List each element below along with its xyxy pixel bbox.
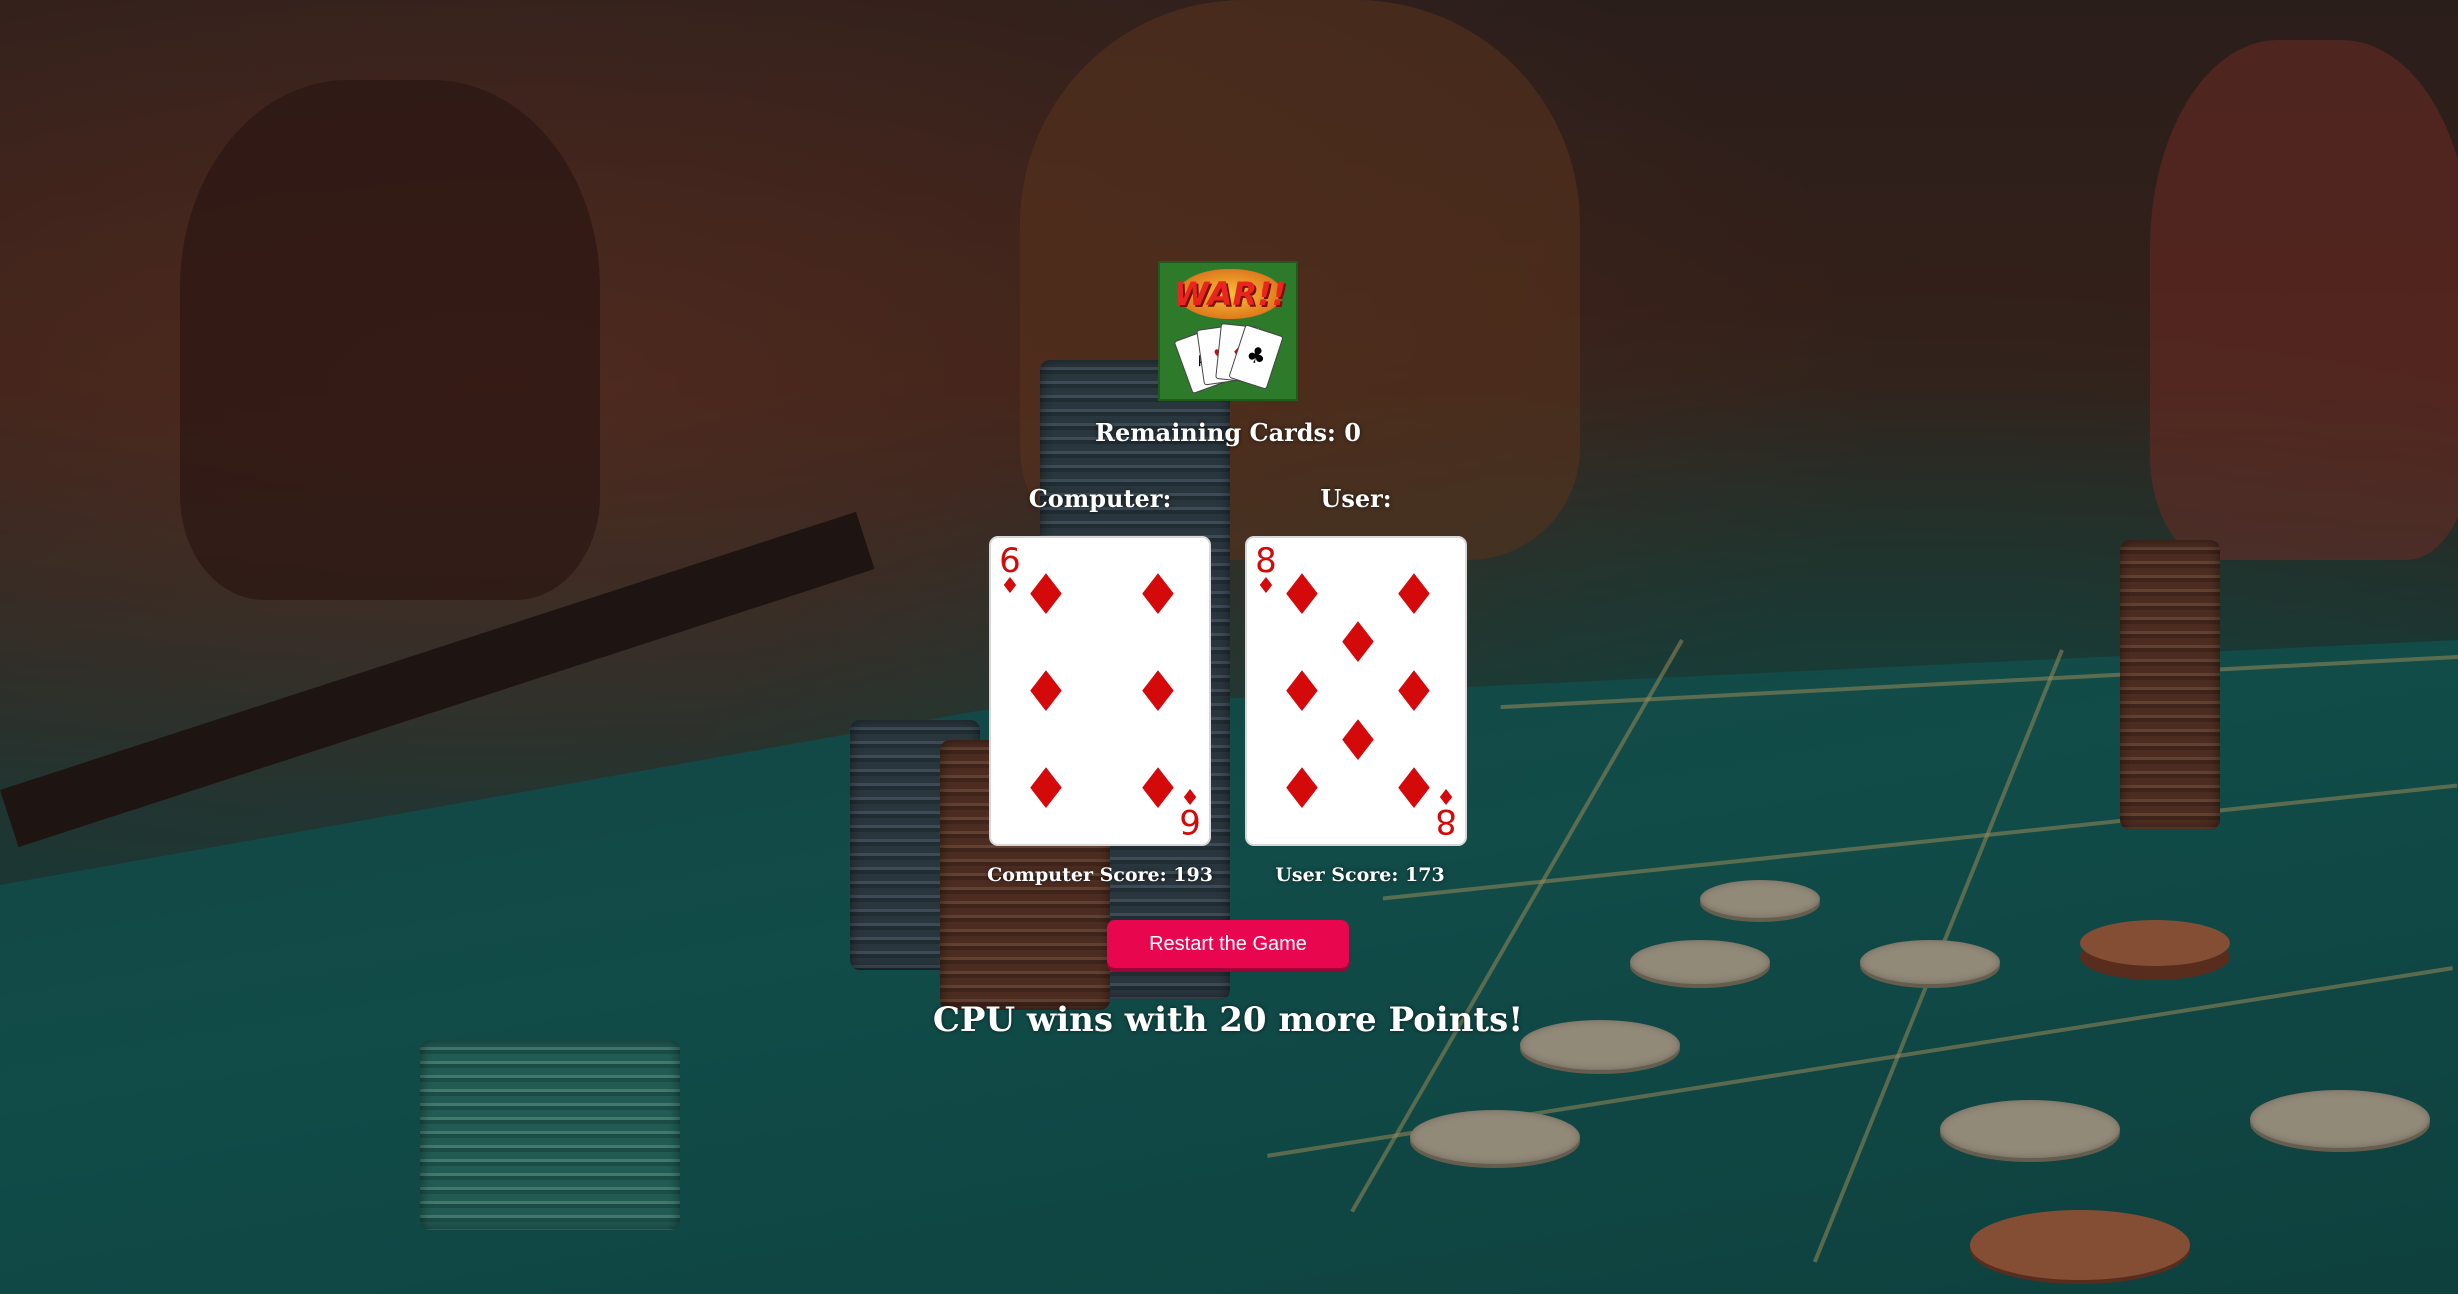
card-corner-bottom: 8 ♦ (1433, 783, 1459, 841)
user-score: User Score: 173 (1275, 864, 1445, 886)
diamond-icon: ♦ (1132, 563, 1184, 628)
diamond-icon: ♦ (1388, 660, 1440, 725)
war-game-board: WAR!! A ♥ ♦ ♣ Remaining Cards: 0 Compute… (0, 0, 2458, 1294)
diamond-icon: ♦ (1276, 757, 1328, 822)
diamond-icon: ♦ (1276, 660, 1328, 725)
card-corner-bottom: 6 ♦ (1177, 783, 1203, 841)
restart-game-button[interactable]: Restart the Game (1107, 920, 1349, 968)
diamond-icon: ♦ (1332, 709, 1384, 774)
remaining-cards-label: Remaining Cards: 0 (1095, 418, 1361, 447)
diamond-icon: ♦ (1388, 563, 1440, 628)
user-card: 8 ♦ ♦ ♦ ♦ ♦ ♦ ♦ ♦ ♦ 8 ♦ (1245, 536, 1467, 846)
diamond-icon: ♦ (1020, 757, 1072, 822)
war-logo: WAR!! A ♥ ♦ ♣ (1158, 261, 1298, 401)
diamond-icon: ♦ (1020, 660, 1072, 725)
diamond-icon: ♦ (1180, 783, 1200, 808)
computer-card: 6 ♦ ♦ ♦ ♦ ♦ ♦ ♦ 6 ♦ (989, 536, 1211, 846)
diamond-icon: ♦ (1332, 611, 1384, 676)
computer-score: Computer Score: 193 (987, 864, 1213, 886)
computer-label: Computer: (1028, 484, 1172, 513)
user-label: User: (1320, 484, 1392, 513)
diamond-icon: ♦ (1132, 660, 1184, 725)
diamond-icon: ♦ (1276, 563, 1328, 628)
diamond-icon: ♦ (1020, 563, 1072, 628)
logo-text: WAR!! (1173, 275, 1287, 313)
result-message: CPU wins with 20 more Points! (932, 1000, 1524, 1040)
diamond-icon: ♦ (1436, 783, 1456, 808)
